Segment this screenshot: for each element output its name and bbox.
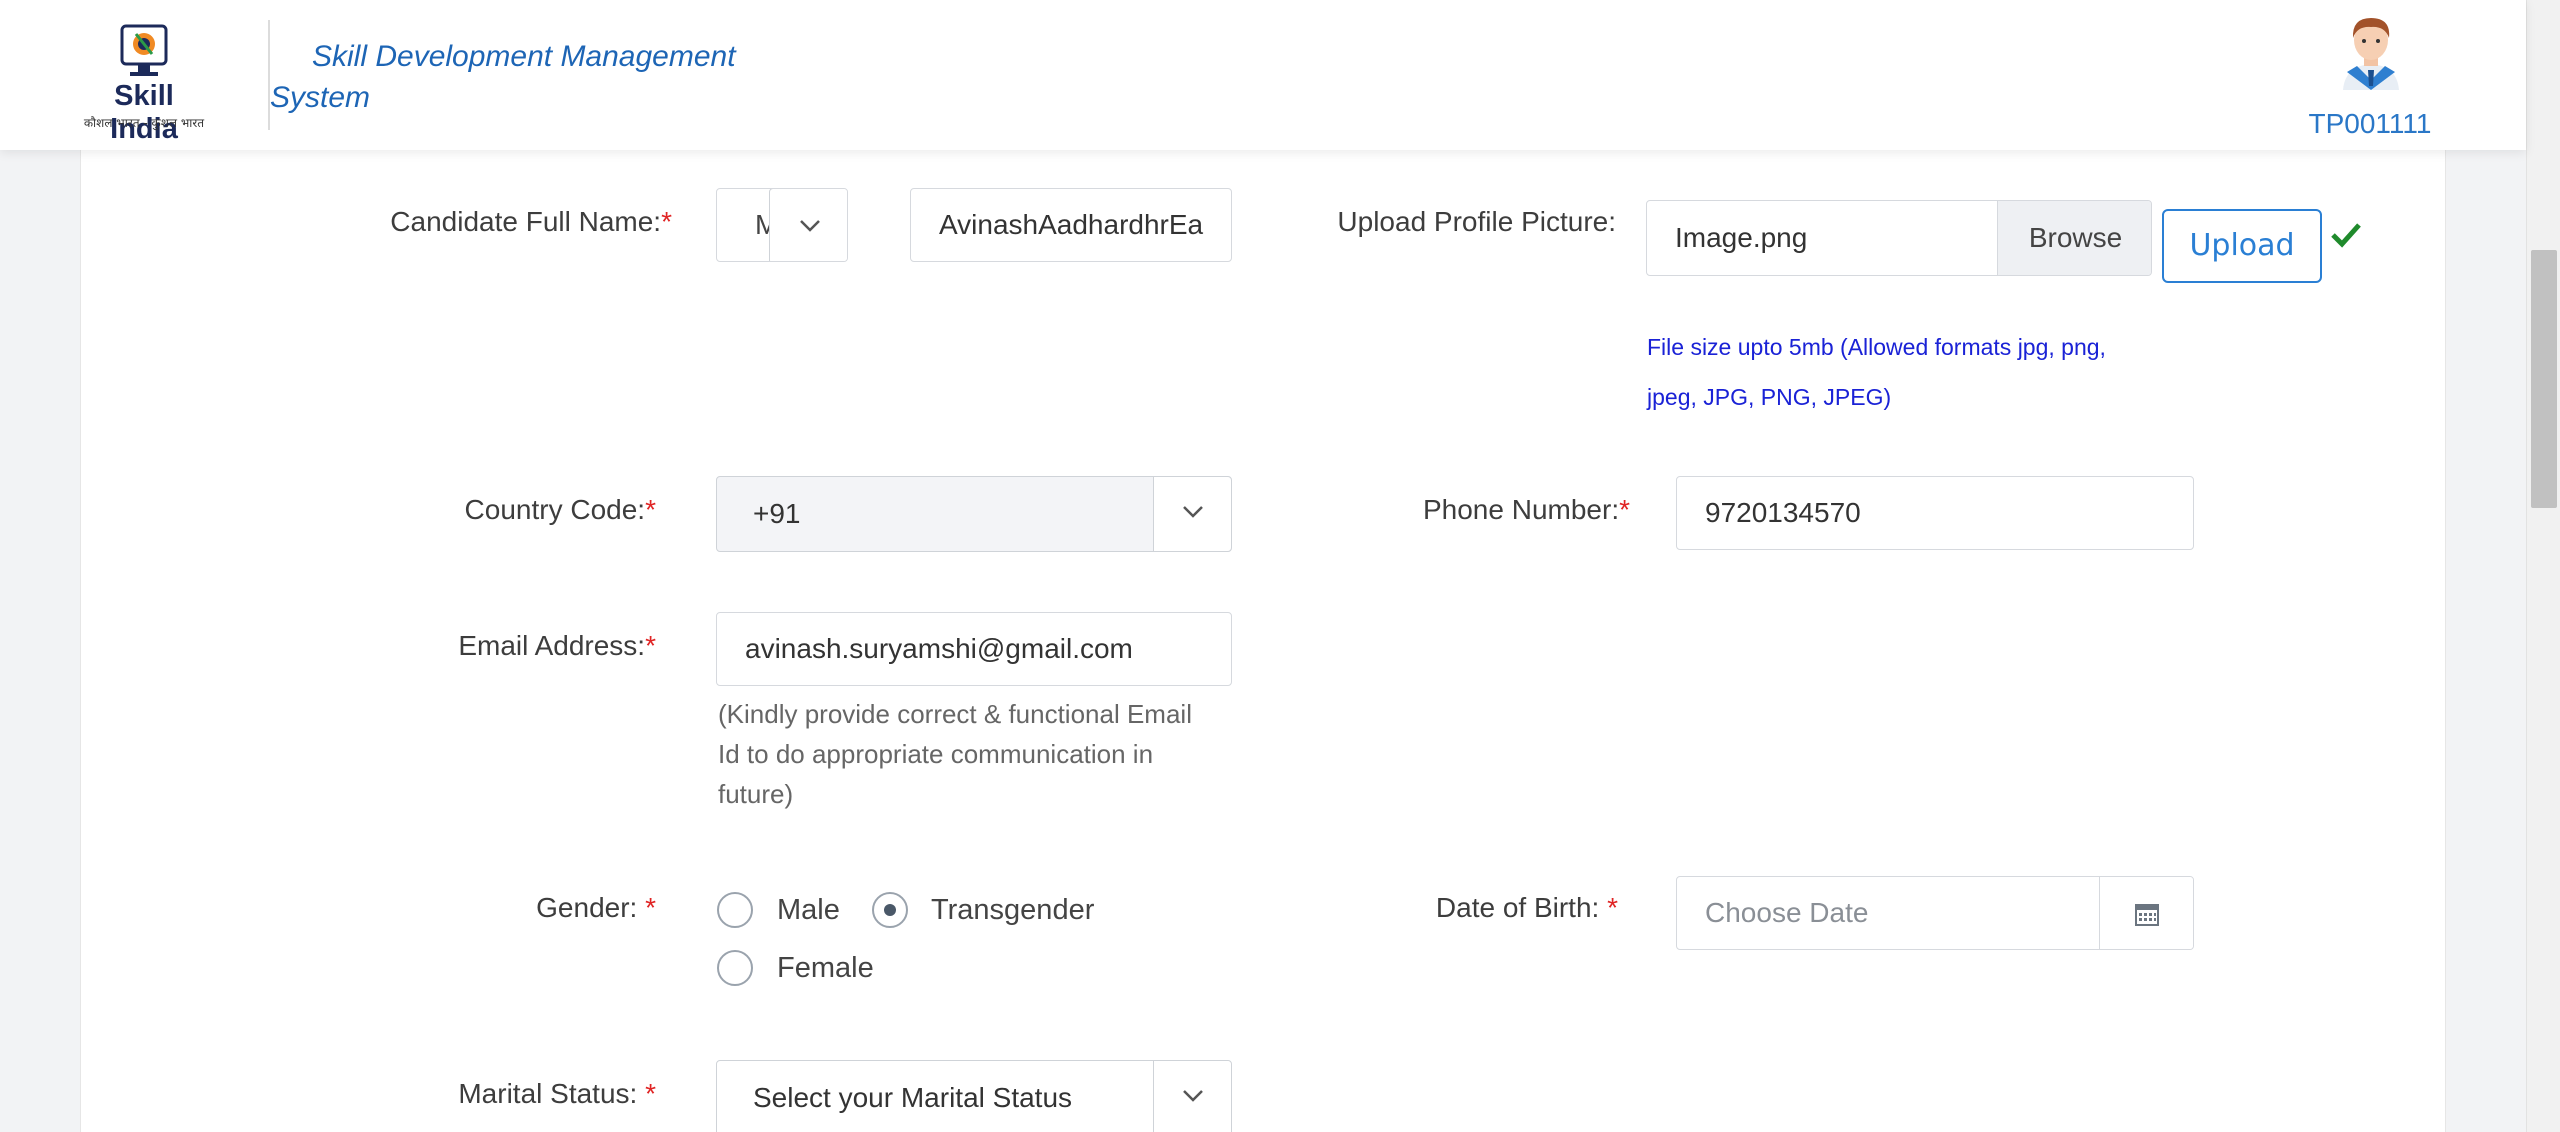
required-mark: * bbox=[645, 630, 656, 661]
required-mark: * bbox=[645, 892, 656, 923]
profile-picture-label: Upload Profile Picture: bbox=[1337, 206, 1616, 237]
country-code-label: Country Code:* bbox=[464, 494, 656, 525]
profile-picture-file-input[interactable]: Image.png Browse bbox=[1646, 200, 2152, 276]
selected-file-name: Image.png bbox=[1675, 222, 1808, 253]
checkmark-icon bbox=[2331, 223, 2361, 248]
calendar-icon bbox=[2135, 904, 2159, 926]
country-code-value: +91 bbox=[753, 498, 801, 529]
app-title: Skill Development Management System bbox=[270, 40, 736, 114]
gender-transgender-label[interactable]: Transgender bbox=[931, 894, 1094, 927]
email-address-label: Email Address:* bbox=[458, 630, 656, 661]
phone-number-label: Phone Number:* bbox=[1422, 494, 1630, 525]
required-mark: * bbox=[661, 206, 672, 237]
app-header: Skill India कौशल भारत - कुशल भारत Skill … bbox=[0, 0, 2526, 150]
required-mark: * bbox=[645, 494, 656, 525]
country-code-select[interactable]: +91 bbox=[716, 476, 1232, 552]
marital-status-value: Select your Marital Status bbox=[753, 1082, 1073, 1113]
marital-status-select[interactable]: Select your Marital Status bbox=[716, 1060, 1232, 1132]
upload-button[interactable]: Upload bbox=[2162, 209, 2322, 283]
logo-brand-text: Skill India bbox=[110, 80, 178, 145]
gender-male-label[interactable]: Male bbox=[777, 894, 840, 927]
full-name-label: Candidate Full Name:* bbox=[390, 206, 672, 237]
scrollbar-thumb[interactable] bbox=[2531, 250, 2557, 508]
logo-tagline: कौशल भारत - कुशल भारत bbox=[83, 116, 205, 130]
date-of-birth-input[interactable]: Choose Date bbox=[1676, 876, 2194, 950]
name-title-select[interactable]: M bbox=[716, 188, 848, 262]
chevron-down-icon[interactable] bbox=[1153, 1061, 1231, 1132]
gender-female-label[interactable]: Female bbox=[777, 952, 874, 985]
email-hint: (Kindly provide correct & functional Ema… bbox=[718, 699, 1192, 809]
date-of-birth-label: Date of Birth: * bbox=[1435, 892, 1618, 923]
marital-status-label: Marital Status: * bbox=[458, 1078, 656, 1109]
chevron-down-icon[interactable] bbox=[769, 189, 847, 261]
required-mark: * bbox=[645, 1078, 656, 1109]
calendar-button[interactable] bbox=[2099, 877, 2193, 949]
user-avatar-icon[interactable] bbox=[2335, 14, 2407, 90]
skill-india-emblem-icon bbox=[120, 24, 168, 76]
page-scrollbar[interactable] bbox=[2526, 0, 2560, 1132]
gender-female-radio[interactable] bbox=[717, 950, 753, 986]
user-id-label[interactable]: TP001111 bbox=[2300, 108, 2440, 140]
phone-number-input[interactable]: 9720134570 bbox=[1676, 476, 2194, 550]
required-mark: * bbox=[1607, 892, 1618, 923]
gender-label: Gender: * bbox=[536, 892, 656, 923]
date-placeholder: Choose Date bbox=[1705, 897, 1869, 928]
gender-transgender-radio[interactable] bbox=[872, 892, 908, 928]
skill-india-logo[interactable]: Skill India कौशल भारत - कुशल भारत bbox=[78, 22, 210, 145]
file-size-hint: File size upto 5mb (Allowed formats jpg,… bbox=[1647, 334, 2106, 410]
chevron-down-icon[interactable] bbox=[1153, 477, 1231, 551]
required-mark: * bbox=[1619, 494, 1630, 525]
full-name-input[interactable]: AvinashAadhardhrEa bbox=[910, 188, 1232, 262]
browse-button[interactable]: Browse bbox=[1997, 201, 2151, 275]
gender-male-radio[interactable] bbox=[717, 892, 753, 928]
email-address-input[interactable]: avinash.suryamshi@gmail.com bbox=[716, 612, 1232, 686]
